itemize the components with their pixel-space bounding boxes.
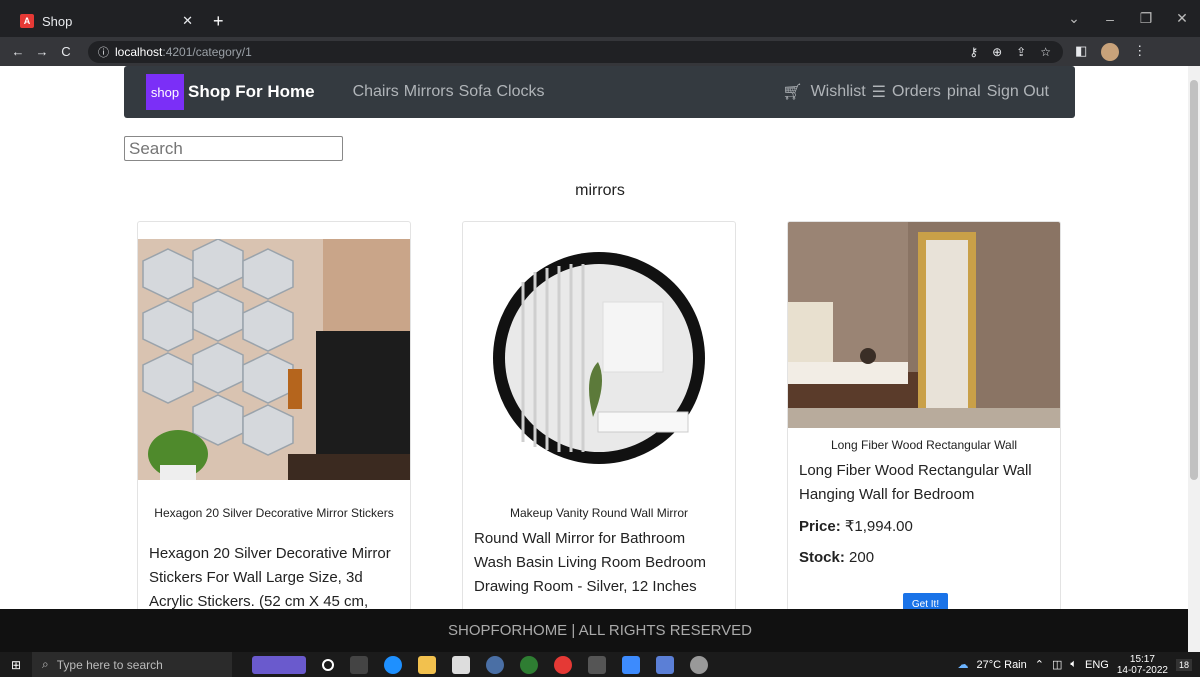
windows-start-icon[interactable]: ⊞ — [0, 658, 32, 672]
side-panel-icon[interactable]: ◧ — [1075, 43, 1087, 61]
product-price: Price: ₹1,994.00 — [799, 517, 913, 535]
taskbar-search[interactable]: ⌕ Type here to search — [32, 652, 232, 677]
category-title: mirrors — [575, 182, 625, 199]
notification-icon[interactable]: 18 — [1175, 658, 1192, 671]
nav-link-signout[interactable]: Sign Out — [987, 83, 1049, 101]
profile-avatar[interactable] — [1101, 42, 1120, 61]
brand-logo: shop — [146, 74, 184, 110]
product-image[interactable] — [463, 242, 735, 482]
zoom-icon[interactable]: ⊕ — [992, 45, 1002, 59]
url-host: localhost — [115, 44, 163, 59]
taskbar-search-placeholder: Type here to search — [56, 657, 163, 672]
new-tab-icon[interactable]: + — [213, 5, 224, 37]
network-icon[interactable]: ◫ — [1052, 658, 1062, 671]
address-bar-row: ← → C ⓘ localhost:4201/category/1 ⚷ ⊕ ⇪ … — [0, 37, 1200, 66]
key-icon[interactable]: ⚷ — [969, 45, 978, 59]
mail-icon[interactable] — [452, 655, 470, 674]
nav-link-user[interactable]: pinal — [947, 83, 981, 101]
back-icon[interactable]: ← — [6, 44, 30, 59]
page-scrollbar[interactable] — [1188, 66, 1200, 652]
share-icon[interactable]: ⇪ — [1016, 45, 1026, 59]
vscode-icon[interactable] — [622, 655, 640, 674]
task-view-icon[interactable] — [350, 655, 368, 674]
site-footer: SHOPFORHOME | ALL RIGHTS RESERVED — [0, 609, 1200, 652]
product-description: Long Fiber Wood Rectangular Wall Hanging… — [799, 462, 1032, 503]
nav-link-sofa[interactable]: Sofa — [459, 83, 492, 101]
product-card: Hexagon 20 Silver Decorative Mirror Stic… — [137, 221, 411, 621]
list-icon: ☰ — [871, 84, 887, 101]
tab-search-icon[interactable]: ⌄ — [1056, 10, 1092, 27]
system-clock[interactable]: 15:17 14-07-2022 — [1117, 654, 1168, 676]
clock-time: 15:17 — [1129, 653, 1155, 665]
site-navbar: shop Shop For Home Chairs Mirrors Sofa C… — [124, 66, 1075, 118]
search-icon: ⌕ — [42, 657, 49, 671]
product-description: Round Wall Mirror for Bathroom Wash Basi… — [474, 530, 707, 595]
nav-link-chairs[interactable]: Chairs — [353, 83, 399, 101]
volume-icon[interactable]: 🔈︎ — [1070, 658, 1077, 671]
search-input[interactable] — [124, 136, 343, 161]
terminal-icon[interactable] — [588, 655, 606, 674]
browser-tab[interactable]: A Shop ✕ — [8, 5, 203, 37]
brand[interactable]: shop Shop For Home — [146, 74, 315, 110]
product-name[interactable]: Hexagon 20 Silver Decorative Mirror Stic… — [148, 506, 400, 520]
product-image[interactable] — [788, 222, 1060, 428]
close-window-icon[interactable]: ✕ — [1164, 10, 1200, 27]
cart-icon: 🛒︎ — [782, 84, 803, 101]
product-card: Makeup Vanity Round Wall Mirror Round Wa… — [462, 221, 736, 621]
photos-icon[interactable] — [656, 655, 674, 674]
product-stock: Stock: 200 — [799, 549, 874, 566]
angular-icon: A — [20, 14, 34, 28]
stock-value: 200 — [849, 549, 875, 566]
clock-date: 14-07-2022 — [1116, 664, 1168, 676]
info-icon[interactable]: ⓘ — [98, 44, 109, 60]
address-bar[interactable]: ⓘ localhost:4201/category/1 ⚷ ⊕ ⇪ ☆ — [88, 40, 1063, 63]
windows-taskbar: ⊞ ⌕ Type here to search ☁ 27°C Rain ⌃ ◫ … — [0, 652, 1200, 677]
product-image[interactable] — [138, 239, 410, 480]
file-explorer-icon[interactable] — [418, 655, 436, 674]
reload-icon[interactable]: C — [54, 44, 78, 59]
search-highlight-icon[interactable] — [252, 655, 306, 674]
stock-label: Stock: — [799, 549, 845, 566]
scrollbar-thumb[interactable] — [1190, 80, 1198, 480]
price-value: ₹1,994.00 — [844, 518, 913, 535]
minimize-icon[interactable]: – — [1092, 11, 1128, 27]
forward-icon[interactable]: → — [30, 44, 54, 59]
chrome-icon[interactable] — [554, 655, 572, 674]
product-name[interactable]: Makeup Vanity Round Wall Mirror — [473, 506, 725, 520]
product-description: Hexagon 20 Silver Decorative Mirror Stic… — [149, 545, 391, 610]
settings-icon[interactable] — [690, 655, 708, 674]
product-name[interactable]: Long Fiber Wood Rectangular Wall — [798, 438, 1050, 452]
url-path: :4201/category/1 — [162, 44, 252, 59]
price-label: Price: — [799, 518, 841, 535]
product-card: Long Fiber Wood Rectangular Wall Long Fi… — [787, 221, 1061, 621]
app-icon[interactable] — [486, 655, 504, 674]
close-tab-icon[interactable]: ✕ — [182, 13, 193, 29]
cortana-icon[interactable] — [322, 658, 334, 671]
category-links: Chairs Mirrors Sofa Clocks — [353, 83, 545, 101]
nav-link-mirrors[interactable]: Mirrors — [404, 83, 454, 101]
nav-link-wishlist[interactable]: Wishlist — [811, 83, 866, 101]
nav-link-orders[interactable]: Orders — [892, 83, 941, 101]
brand-name: Shop For Home — [188, 82, 315, 101]
browser-tab-strip: A Shop ✕ + ⌄ – ❐ ✕ — [0, 0, 1200, 37]
lang-indicator[interactable]: ENG — [1085, 659, 1109, 671]
tab-title: Shop — [42, 13, 73, 29]
bookmark-star-icon[interactable]: ☆ — [1040, 45, 1051, 59]
menu-icon[interactable]: ⋮ — [1133, 43, 1146, 61]
tray-chevron-icon[interactable]: ⌃ — [1035, 658, 1044, 671]
weather-icon: ☁ — [957, 659, 969, 671]
whatsapp-icon[interactable] — [520, 655, 538, 674]
weather-text[interactable]: 27°C Rain — [976, 659, 1026, 671]
restore-icon[interactable]: ❐ — [1128, 10, 1164, 27]
nav-link-clocks[interactable]: Clocks — [496, 83, 544, 101]
edge-icon[interactable] — [384, 655, 402, 674]
